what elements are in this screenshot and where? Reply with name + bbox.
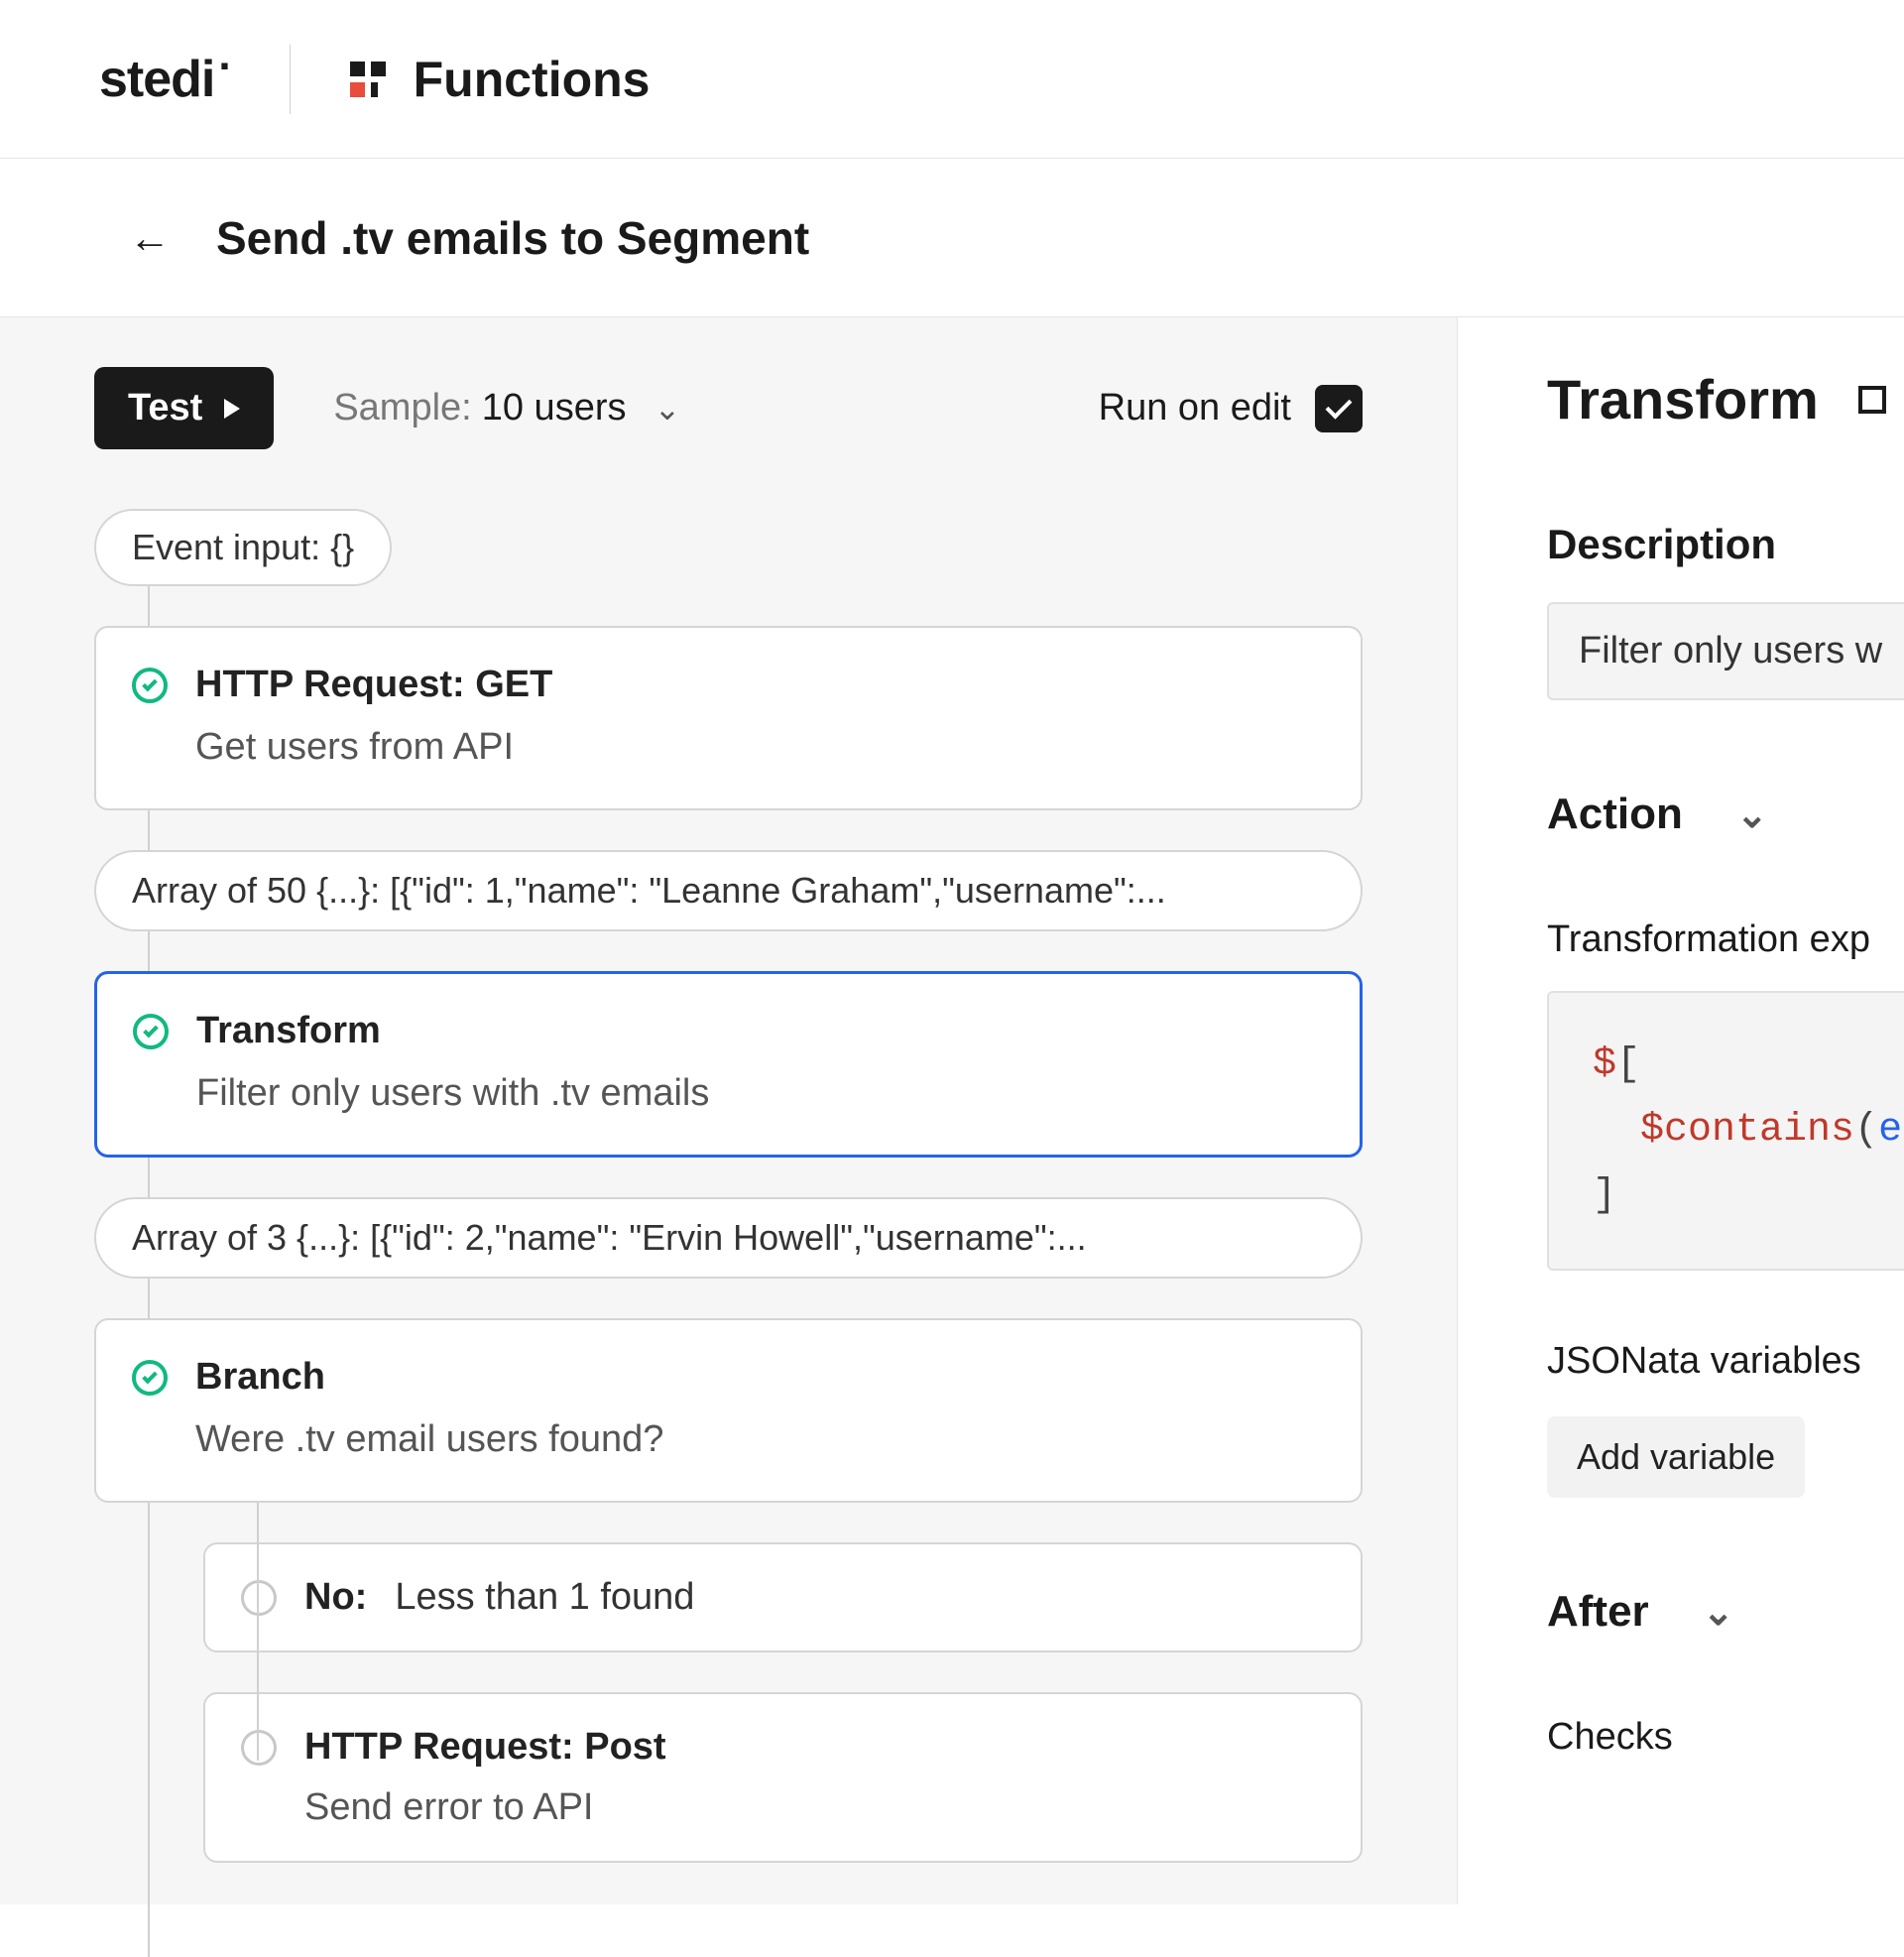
array3-pill[interactable]: Array of 3 {...}: [{"id": 2,"name": "Erv…: [94, 1197, 1363, 1279]
back-arrow-icon[interactable]: ←: [129, 214, 171, 262]
array50-pill[interactable]: Array of 50 {...}: [{"id": 1,"name": "Le…: [94, 850, 1363, 931]
flow-canvas: Test Sample: 10 users ⌄ Run on edit Even…: [0, 317, 1458, 1904]
http-get-desc: Get users from API: [195, 726, 1325, 769]
test-button[interactable]: Test: [94, 367, 274, 449]
http-post-desc: Send error to API: [304, 1786, 1325, 1829]
http-get-card[interactable]: HTTP Request: GET Get users from API: [94, 626, 1363, 810]
test-button-label: Test: [128, 387, 202, 429]
transform-desc: Filter only users with .tv emails: [196, 1072, 1324, 1115]
http-post-card[interactable]: HTTP Request: Post Send error to API: [203, 1692, 1363, 1863]
http-post-title: HTTP Request: Post: [304, 1726, 666, 1769]
branch-no-card[interactable]: No: Less than 1 found: [203, 1542, 1363, 1652]
branch-header: Branch: [132, 1356, 1325, 1399]
branch-card[interactable]: Branch Were .tv email users found?: [94, 1318, 1363, 1503]
expression-label: Transformation exp: [1547, 918, 1904, 961]
branch-node[interactable]: Branch Were .tv email users found? No: L…: [94, 1318, 1363, 1863]
array50-node[interactable]: Array of 50 {...}: [{"id": 1,"name": "Le…: [94, 850, 1363, 931]
success-icon: [132, 1360, 168, 1396]
code-token: ]: [1593, 1173, 1616, 1218]
run-on-edit-toggle[interactable]: Run on edit: [1099, 385, 1363, 432]
code-token: $: [1593, 1042, 1616, 1087]
product-label: Functions: [414, 51, 651, 108]
run-on-edit-label: Run on edit: [1099, 387, 1291, 429]
success-icon: [132, 668, 168, 703]
checkmark-icon: [1326, 392, 1353, 419]
flow-container: Event input: {} HTTP Request: GET Get us…: [94, 509, 1363, 1863]
play-icon: [224, 399, 240, 419]
http-get-header: HTTP Request: GET: [132, 664, 1325, 706]
chevron-down-icon: ⌄: [1736, 793, 1768, 837]
branch-no-row: No: Less than 1 found: [241, 1576, 1325, 1619]
http-get-title: HTTP Request: GET: [195, 664, 552, 706]
jsonata-label: JSONata variables: [1547, 1340, 1904, 1383]
branch-connector: [257, 1503, 259, 1761]
transform-card[interactable]: Transform Filter only users with .tv ema…: [94, 971, 1363, 1158]
expand-icon[interactable]: [1858, 386, 1886, 414]
sample-prefix: Sample:: [333, 387, 471, 429]
run-on-edit-checkbox[interactable]: [1315, 385, 1363, 432]
description-label: Description: [1547, 521, 1904, 568]
after-label: After: [1547, 1587, 1649, 1637]
page-title: Send .tv emails to Segment: [216, 211, 809, 265]
code-token: [: [1616, 1042, 1640, 1087]
code-token: $contains: [1640, 1108, 1854, 1153]
product-switcher[interactable]: Functions: [350, 51, 651, 108]
add-variable-button[interactable]: Add variable: [1547, 1416, 1805, 1498]
sample-value: 10 users: [482, 387, 627, 429]
action-label: Action: [1547, 790, 1683, 839]
panel-title-row: Transform: [1547, 367, 1904, 431]
top-header: stedi . Functions: [0, 0, 1904, 159]
http-get-node[interactable]: HTTP Request: GET Get users from API: [94, 626, 1363, 810]
chevron-down-icon: ⌄: [654, 390, 680, 428]
chevron-down-icon: ⌄: [1703, 1590, 1734, 1635]
side-panel: Transform Description Filter only users …: [1458, 317, 1904, 1904]
panel-title: Transform: [1547, 367, 1819, 431]
branch-children: No: Less than 1 found HTTP Request: Post…: [203, 1542, 1363, 1863]
transform-header: Transform: [133, 1010, 1324, 1052]
branch-desc: Were .tv email users found?: [195, 1418, 1325, 1461]
action-section-toggle[interactable]: Action ⌄: [1547, 790, 1904, 839]
header-divider: [290, 45, 291, 114]
canvas-toolbar: Test Sample: 10 users ⌄ Run on edit: [94, 367, 1363, 449]
description-input[interactable]: Filter only users w: [1547, 602, 1904, 700]
branch-no-label: No:: [304, 1576, 367, 1619]
success-icon: [133, 1014, 169, 1049]
branch-no-text: Less than 1 found: [395, 1576, 694, 1619]
transform-node[interactable]: Transform Filter only users with .tv ema…: [94, 971, 1363, 1158]
main-area: Test Sample: 10 users ⌄ Run on edit Even…: [0, 317, 1904, 1904]
checks-label: Checks: [1547, 1716, 1904, 1759]
http-post-header: HTTP Request: Post: [241, 1726, 1325, 1769]
radio-icon: [241, 1730, 277, 1766]
code-token: (: [1854, 1108, 1878, 1153]
logo-dot-icon: .: [218, 31, 229, 80]
radio-icon: [241, 1580, 277, 1616]
functions-icon: [350, 61, 386, 97]
transform-title: Transform: [196, 1010, 381, 1052]
code-token: e: [1878, 1108, 1902, 1153]
after-section-toggle[interactable]: After ⌄: [1547, 1587, 1904, 1637]
event-input-pill[interactable]: Event input: {}: [94, 509, 392, 586]
logo-text: stedi: [99, 50, 214, 109]
array3-node[interactable]: Array of 3 {...}: [{"id": 2,"name": "Erv…: [94, 1197, 1363, 1279]
expression-editor[interactable]: $[ $contains(e ]: [1547, 991, 1904, 1271]
title-bar: ← Send .tv emails to Segment: [0, 159, 1904, 317]
logo[interactable]: stedi .: [99, 50, 230, 109]
event-input-node[interactable]: Event input: {}: [94, 509, 1363, 586]
branch-title: Branch: [195, 1356, 325, 1399]
sample-dropdown[interactable]: Sample: 10 users ⌄: [333, 387, 680, 429]
